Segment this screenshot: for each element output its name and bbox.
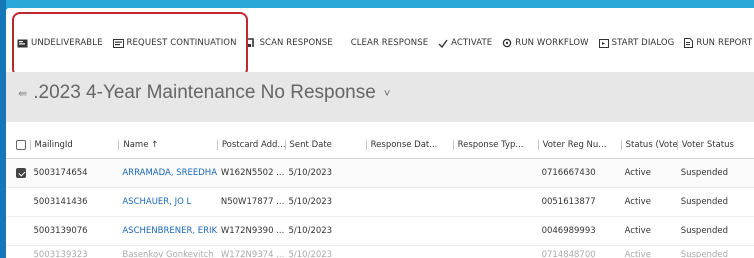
undeliverable-label: UNDELIVERABLE	[31, 38, 103, 48]
cell-postcard-address: W172N9374 ...	[220, 250, 285, 258]
activate-button[interactable]: ACTIVATE	[438, 38, 492, 48]
grid-header: MailingId Name ↑ Postcard Add... Sent Da…	[6, 132, 754, 159]
cell-voter-status: Suspended	[680, 250, 728, 258]
cell-status-voter: Active	[624, 197, 651, 207]
column-header-sent-date[interactable]: Sent Date	[284, 140, 366, 150]
workflow-icon	[503, 38, 512, 48]
cell-mailingid: 5003139323	[33, 250, 88, 258]
table-row[interactable]: 5003141436 ASCHAUER, JO L N50W17877 ... …	[6, 188, 754, 217]
cell-name-link[interactable]: ASCHENBRENER, ERIK R	[118, 226, 217, 236]
request-continuation-label: REQUEST CONTINUATION	[126, 38, 237, 48]
records-grid: MailingId Name ↑ Postcard Add... Sent Da…	[6, 132, 754, 258]
pin-icon: ⇚	[18, 87, 28, 100]
cell-postcard-address: W162N5502 ...	[220, 168, 285, 178]
run-report-button[interactable]: RUN REPORT	[684, 38, 752, 48]
cell-name-link[interactable]: ARRAMADA, SREEDHAR	[118, 168, 217, 178]
view-selector[interactable]: ⇚ .2023 4-Year Maintenance No Response ˅	[18, 82, 390, 104]
cell-voter-reg-number: 0714848700	[541, 250, 596, 258]
column-header-response-type[interactable]: Response Typ...	[452, 140, 538, 150]
cell-status-voter: Active	[624, 250, 651, 258]
cell-sent-date: 5/10/2023	[288, 197, 333, 207]
column-header-voter-status[interactable]: Voter Status	[676, 140, 754, 150]
window-top-bar	[0, 0, 754, 8]
column-header-voter-reg-number[interactable]: Voter Reg Nu...	[537, 140, 621, 150]
cell-voter-reg-number: 0046989993	[541, 226, 596, 236]
start-dialog-button[interactable]: START DIALOG	[598, 38, 675, 48]
request-icon	[112, 38, 124, 48]
clear-response-label: CLEAR RESPONSE	[350, 38, 429, 48]
cell-sent-date: 5/10/2023	[288, 168, 333, 178]
main-panel: UNDELIVERABLE REQUEST CONTINUATION SCAN …	[6, 8, 754, 258]
run-workflow-button[interactable]: RUN WORKFLOW	[502, 38, 589, 48]
check-icon	[438, 39, 448, 48]
undeliverable-icon	[17, 39, 28, 47]
report-icon	[684, 38, 694, 48]
column-header-name[interactable]: Name ↑	[118, 140, 217, 150]
cell-voter-reg-number: 0716667430	[541, 168, 596, 178]
scan-icon	[246, 38, 254, 47]
cell-status-voter: Active	[624, 168, 651, 178]
row-checkbox[interactable]	[6, 168, 30, 178]
cell-name-link[interactable]: Basenkov Gonkevitch	[118, 250, 217, 258]
run-workflow-label: RUN WORKFLOW	[515, 38, 589, 48]
table-row[interactable]: 5003139323 Basenkov Gonkevitch W172N9374…	[6, 246, 754, 258]
column-header-response-date[interactable]: Response Dat...	[365, 140, 453, 150]
request-continuation-button[interactable]: REQUEST CONTINUATION	[112, 38, 237, 48]
dialog-icon	[598, 38, 609, 48]
cell-mailingid: 5003174654	[33, 168, 88, 178]
column-header-postcard-address[interactable]: Postcard Add...	[216, 140, 285, 150]
start-dialog-label: START DIALOG	[611, 38, 675, 48]
cell-voter-status: Suspended	[680, 197, 728, 207]
chevron-down-icon: ˅	[383, 88, 391, 100]
cell-name-link[interactable]: ASCHAUER, JO L	[118, 197, 217, 207]
view-title: .2023 4-Year Maintenance No Response	[33, 82, 376, 103]
command-bar: UNDELIVERABLE REQUEST CONTINUATION SCAN …	[6, 30, 754, 56]
cell-mailingid: 5003141436	[33, 197, 88, 207]
cell-postcard-address: N50W17877 ...	[220, 197, 285, 207]
cell-voter-reg-number: 0051613877	[541, 197, 596, 207]
cell-status-voter: Active	[624, 226, 651, 236]
undeliverable-button[interactable]: UNDELIVERABLE	[17, 38, 103, 48]
cell-sent-date: 5/10/2023	[288, 250, 333, 258]
column-header-mailingid[interactable]: MailingId	[29, 140, 119, 150]
cell-mailingid: 5003139076	[33, 226, 88, 236]
cell-voter-status: Suspended	[680, 226, 728, 236]
table-row[interactable]: 5003139076 ASCHENBRENER, ERIK R W172N939…	[6, 217, 754, 246]
cell-voter-status: Suspended	[680, 168, 728, 178]
table-row[interactable]: 5003174654 ARRAMADA, SREEDHAR W162N5502 …	[6, 159, 754, 188]
run-report-label: RUN REPORT	[696, 38, 753, 48]
cell-sent-date: 5/10/2023	[288, 226, 333, 236]
column-header-status-voter[interactable]: Status (Voter)...	[620, 140, 677, 150]
scan-response-label: SCAN RESPONSE	[259, 38, 333, 48]
select-all-checkbox[interactable]	[6, 140, 30, 150]
cell-postcard-address: W172N9390 ...	[220, 226, 285, 236]
scan-response-button[interactable]: SCAN RESPONSE	[246, 38, 333, 48]
clear-response-button[interactable]: CLEAR RESPONSE	[351, 38, 428, 48]
activate-label: ACTIVATE	[451, 38, 493, 48]
